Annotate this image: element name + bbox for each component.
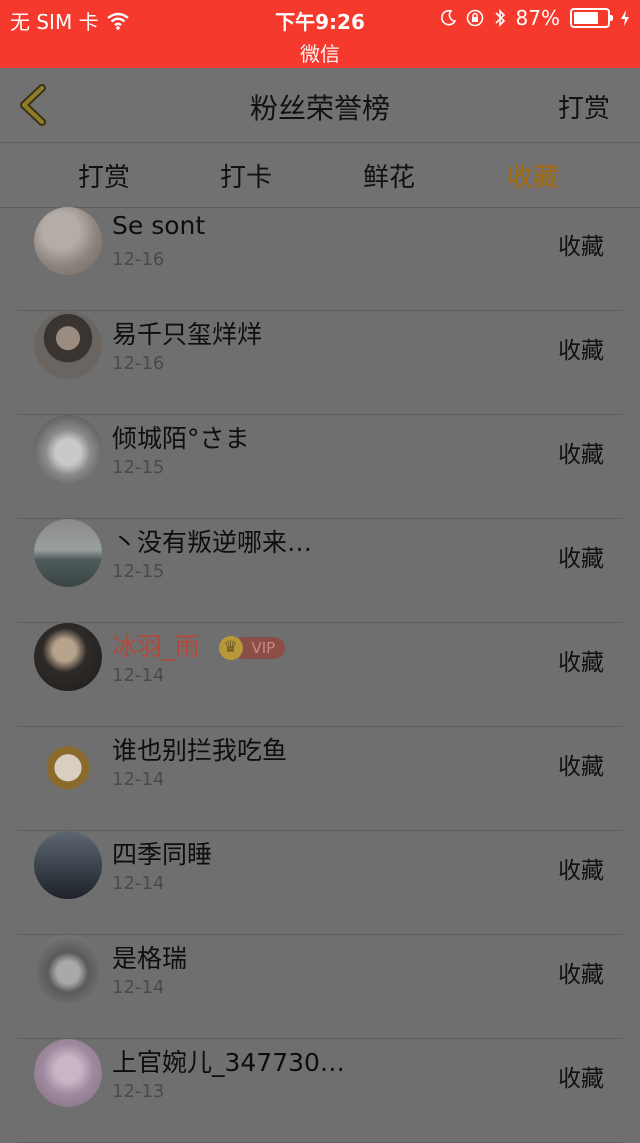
action-label: 收藏 [558,1066,604,1092]
user-name: Se sont [112,211,206,240]
action-label: 收藏 [558,546,604,572]
list-item[interactable]: 上官婉儿_347730… 12-13 收藏 [0,1039,640,1143]
avatar [34,311,102,379]
avatar [34,831,102,899]
avatar [34,519,102,587]
rotation-lock-icon [466,9,483,27]
date-label: 12-15 [112,561,165,582]
date-label: 12-14 [112,873,165,894]
date-label: 12-16 [112,353,165,374]
date-label: 12-13 [112,1081,165,1102]
list-item[interactable]: 易千只玺烊烊 12-16 收藏 [0,311,640,415]
nav-bar: 粉丝荣誉榜 打赏 [0,68,640,143]
moon-icon [440,10,456,26]
tab-checkin[interactable]: 打卡 [220,157,272,194]
date-label: 12-16 [112,249,165,270]
vip-badge: VIP [219,636,286,660]
status-bar: 无 SIM 卡 下午9:26 微信 87% [0,0,640,68]
user-name: 丶没有叛逆哪来… [112,528,313,557]
list-item[interactable]: 谁也别拦我吃鱼 12-14 收藏 [0,727,640,831]
battery-percent: 87% [515,6,560,30]
user-name: 四季同睡 [112,840,213,869]
bluetooth-icon [494,9,505,27]
action-label: 收藏 [558,442,604,468]
action-label: 收藏 [558,858,604,884]
page-title: 粉丝荣誉榜 [249,92,390,125]
list-item[interactable]: 丶没有叛逆哪来… 12-15 收藏 [0,519,640,623]
status-right: 87% [440,6,630,30]
action-label: 收藏 [558,962,604,988]
avatar [34,415,102,483]
action-label: 收藏 [558,338,604,364]
action-label: 收藏 [558,234,604,260]
avatar [34,623,102,691]
list-item[interactable]: 冰羽_雨 VIP 12-14 收藏 [0,623,640,727]
action-label: 收藏 [558,650,604,676]
user-name-text: 冰羽_雨 [112,632,200,661]
avatar [34,727,102,795]
charging-icon [621,10,629,26]
avatar [34,1039,102,1107]
battery-icon [570,8,613,28]
user-name: 上官婉儿_347730… [112,1048,345,1077]
list-item[interactable]: Se sont 12-16 收藏 [0,207,640,311]
date-label: 12-14 [112,977,165,998]
user-name: 倾城陌°さま [112,424,250,453]
tab-favorites[interactable]: 收藏 [507,157,559,194]
user-name: 冰羽_雨 VIP [112,627,286,663]
tab-reward[interactable]: 打赏 [78,157,130,194]
avatar [34,207,102,275]
date-label: 12-14 [112,769,165,790]
list-item[interactable]: 是格瑞 12-14 收藏 [0,935,640,1039]
list-item[interactable]: 倾城陌°さま 12-15 收藏 [0,415,640,519]
date-label: 12-15 [112,457,165,478]
avatar [34,935,102,1003]
fan-list: Se sont 12-16 收藏 易千只玺烊烊 12-16 收藏 倾城陌°さま … [0,207,640,1143]
tab-flowers[interactable]: 鲜花 [363,157,415,194]
user-name: 是格瑞 [112,944,188,973]
date-label: 12-14 [112,665,165,686]
user-name: 易千只玺烊烊 [112,320,263,349]
list-item[interactable]: 四季同睡 12-14 收藏 [0,831,640,935]
user-name: 谁也别拦我吃鱼 [112,736,288,765]
tab-bar: 打赏 打卡 鲜花 收藏 [0,143,640,208]
reward-button[interactable]: 打赏 [558,88,610,125]
action-label: 收藏 [558,754,604,780]
status-app-name: 微信 [300,42,340,66]
